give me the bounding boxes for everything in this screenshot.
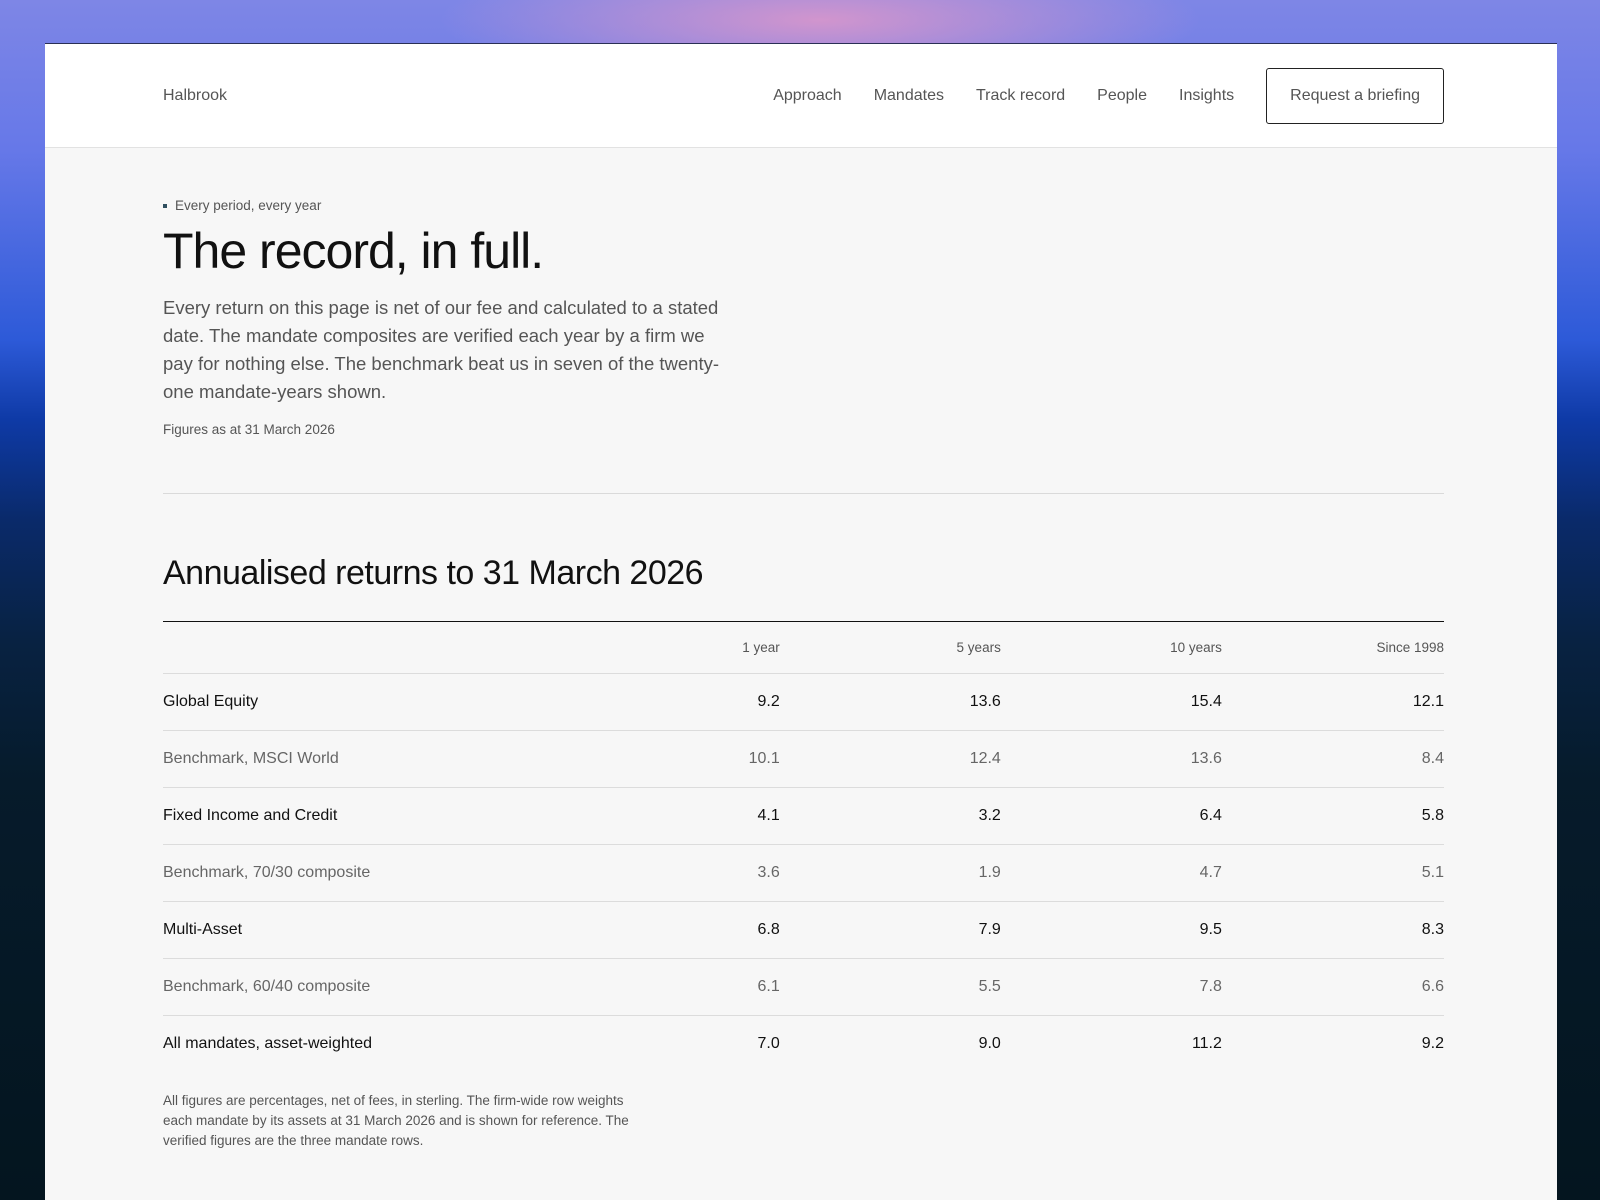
column-header-1-year: 1 year xyxy=(558,621,780,674)
table-row-benchmark-msci-world: Benchmark, MSCI World 10.1 12.4 13.6 8.4 xyxy=(163,730,1444,788)
column-header-5-years: 5 years xyxy=(779,621,1001,674)
site-header: Halbrook Approach Mandates Track record … xyxy=(45,44,1557,148)
column-header-mandate xyxy=(163,621,559,674)
returns-table: 1 year 5 years 10 years Since 1998 Globa… xyxy=(163,621,1444,1073)
nav-link-people[interactable]: People xyxy=(1097,87,1147,105)
browser-page: Halbrook Approach Mandates Track record … xyxy=(45,43,1557,1200)
eyebrow: Every period, every year xyxy=(163,198,1444,213)
request-briefing-button[interactable]: Request a briefing xyxy=(1266,67,1444,124)
cell-since-1998: 8.3 xyxy=(1221,901,1444,959)
cell-5-years: 5.5 xyxy=(779,958,1001,1016)
cell-since-1998: 12.1 xyxy=(1221,673,1444,731)
cell-10-years: 6.4 xyxy=(1000,787,1222,845)
cell-1-year: 3.6 xyxy=(558,844,780,902)
cell-1-year: 10.1 xyxy=(558,730,780,788)
cell-1-year: 6.1 xyxy=(558,958,780,1016)
nav-link-approach[interactable]: Approach xyxy=(773,87,842,105)
cell-since-1998: 9.2 xyxy=(1421,1035,1444,1053)
row-label: Multi-Asset xyxy=(163,901,559,959)
cell-5-years: 9.0 xyxy=(978,1035,1001,1053)
row-label: Global Equity xyxy=(163,673,559,731)
cell-5-years: 12.4 xyxy=(779,730,1001,788)
returns-heading: Annualised returns to 31 March 2026 xyxy=(163,554,704,592)
cell-5-years: 13.6 xyxy=(779,673,1001,731)
row-label: All mandates, asset-weighted xyxy=(163,1035,372,1053)
cell-10-years: 9.5 xyxy=(1000,901,1222,959)
cell-1-year: 7.0 xyxy=(757,1035,780,1053)
eyebrow-text: Every period, every year xyxy=(175,198,322,213)
hero-intro: Every return on this page is net of our … xyxy=(163,297,720,402)
main-nav: Approach Mandates Track record People In… xyxy=(773,87,1234,105)
row-label: Benchmark, MSCI World xyxy=(163,730,559,788)
cell-since-1998: 8.4 xyxy=(1221,730,1444,788)
figures-as-at: Figures as at 31 March 2026 xyxy=(163,422,335,437)
page-title: The record, in full. xyxy=(163,223,544,279)
cell-1-year: 6.8 xyxy=(558,901,780,959)
cell-10-years: 7.8 xyxy=(1000,958,1222,1016)
column-header-since-1998: Since 1998 xyxy=(1221,621,1444,674)
cell-10-years: 15.4 xyxy=(1000,673,1222,731)
cell-10-years: 11.2 xyxy=(1191,1035,1222,1053)
table-footnote: All figures are percentages, net of fees… xyxy=(163,1092,629,1148)
cell-since-1998: 5.1 xyxy=(1221,844,1444,902)
cell-5-years: 1.9 xyxy=(779,844,1001,902)
cell-since-1998: 6.6 xyxy=(1221,958,1444,1016)
main-content: Every period, every year The record, in … xyxy=(45,198,1557,1151)
cell-1-year: 9.2 xyxy=(558,673,780,731)
cell-10-years: 13.6 xyxy=(1000,730,1222,788)
brand-logo[interactable]: Halbrook xyxy=(163,87,227,105)
table-header-row: 1 year 5 years 10 years Since 1998 xyxy=(163,621,1444,674)
cell-5-years: 3.2 xyxy=(779,787,1001,845)
cell-since-1998: 5.8 xyxy=(1221,787,1444,845)
eyebrow-square-icon xyxy=(163,203,167,208)
row-label: Benchmark, 70/30 composite xyxy=(163,844,559,902)
column-header-10-years: 10 years xyxy=(1000,621,1222,674)
row-label: Fixed Income and Credit xyxy=(163,787,559,845)
nav-link-track-record[interactable]: Track record xyxy=(976,87,1065,105)
table-row-all-mandates: All mandates, asset-weighted 7.0 9.0 11.… xyxy=(163,1016,1444,1073)
table-row-multi-asset: Multi-Asset 6.8 7.9 9.5 8.3 xyxy=(163,901,1444,959)
cell-1-year: 4.1 xyxy=(558,787,780,845)
table-row-global-equity: Global Equity 9.2 13.6 15.4 12.1 xyxy=(163,673,1444,731)
cell-5-years: 7.9 xyxy=(779,901,1001,959)
table-row-fixed-income: Fixed Income and Credit 4.1 3.2 6.4 5.8 xyxy=(163,787,1444,845)
nav-link-insights[interactable]: Insights xyxy=(1179,87,1234,105)
cell-10-years: 4.7 xyxy=(1000,844,1222,902)
table-row-benchmark-60-40: Benchmark, 60/40 composite 6.1 5.5 7.8 6… xyxy=(163,958,1444,1016)
row-label: Benchmark, 60/40 composite xyxy=(163,958,559,1016)
section-divider xyxy=(163,493,1444,494)
table-row-benchmark-70-30: Benchmark, 70/30 composite 3.6 1.9 4.7 5… xyxy=(163,844,1444,902)
nav-link-mandates[interactable]: Mandates xyxy=(874,87,944,105)
